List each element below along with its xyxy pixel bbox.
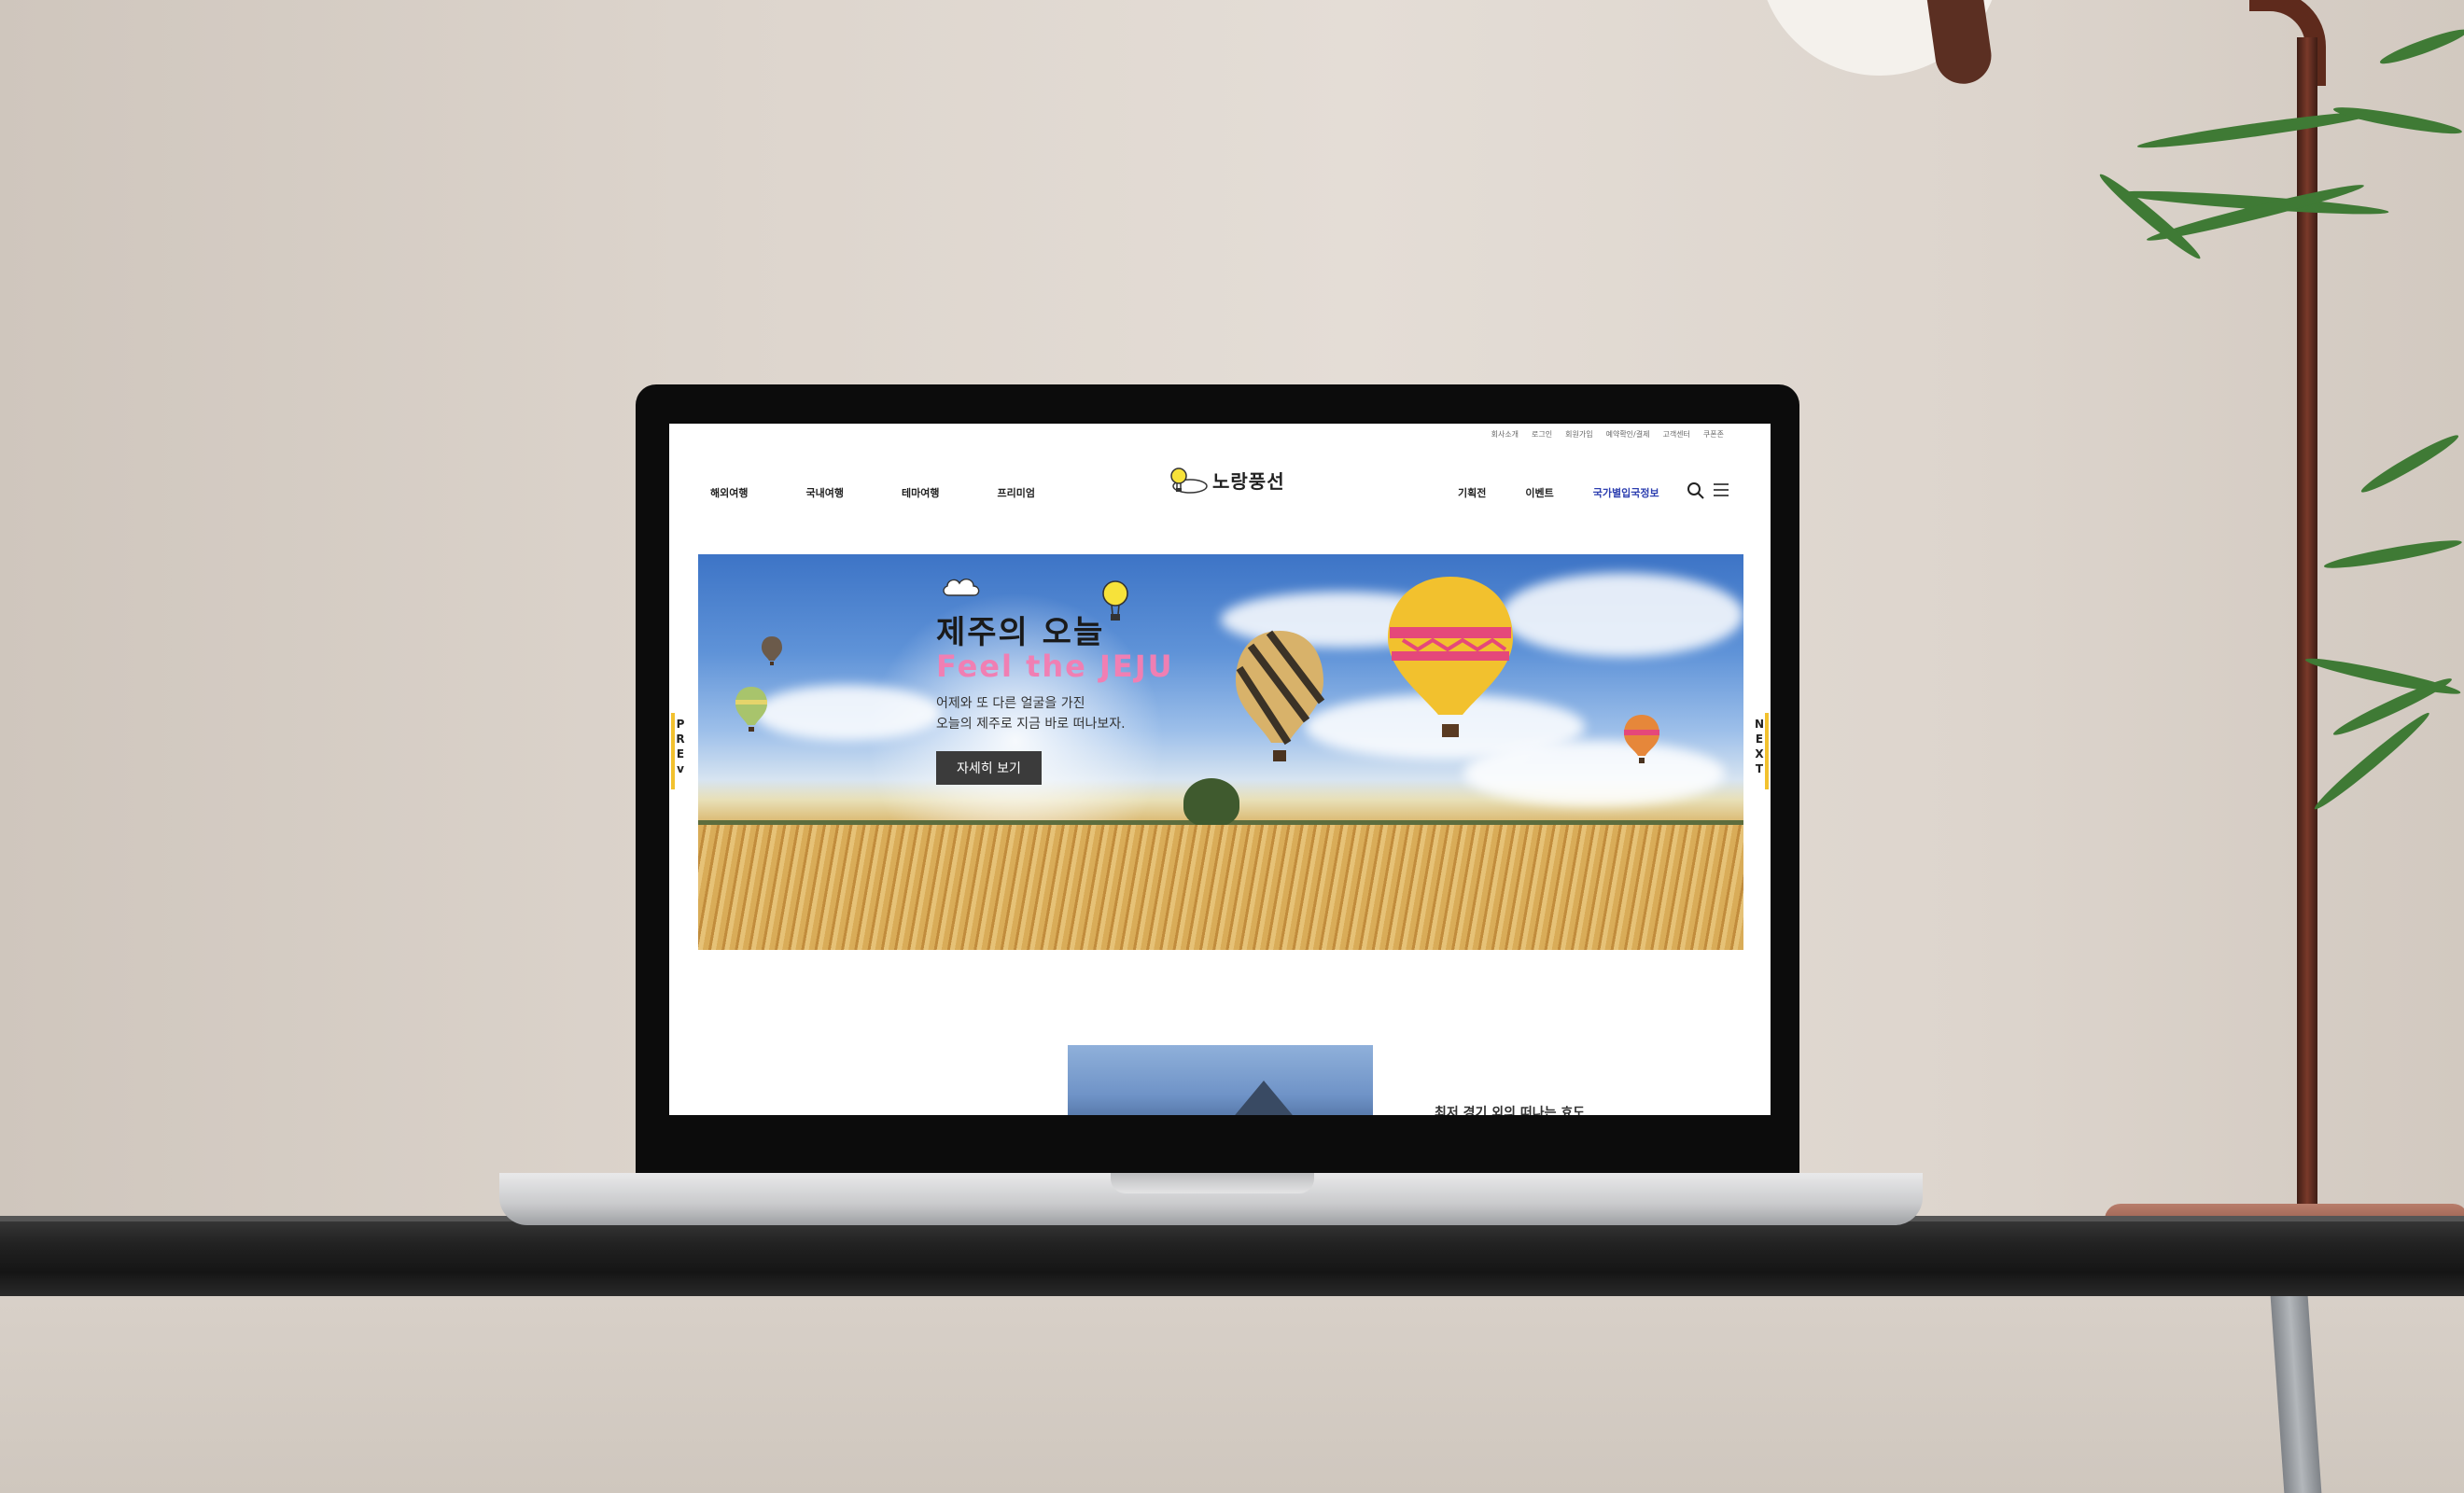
laptop-screen: 회사소개 로그인 회원가입 예약확인/결제 고객센터 쿠폰존 해외여행 국내여행…	[669, 424, 1771, 1115]
next-button[interactable]: N E X T	[1754, 713, 1769, 789]
hero-subtitle: Feel the JEJU	[936, 649, 1174, 684]
main-nav-right: 기획전 이벤트 국가별입국정보	[1458, 485, 1659, 500]
nav-item-exhibition[interactable]: 기획전	[1458, 485, 1486, 500]
site-logo[interactable]: 노랑풍선	[1166, 466, 1285, 494]
shelf	[0, 1216, 2464, 1296]
cloud-icon	[943, 579, 980, 596]
nav-item-event[interactable]: 이벤트	[1525, 485, 1553, 500]
utility-nav: 회사소개 로그인 회원가입 예약확인/결제 고객센터 쿠폰존	[1491, 429, 1724, 440]
menu-icon[interactable]	[1713, 481, 1729, 498]
hero-copy: 제주의 오늘 Feel the JEJU 어제와 또 다른 얼굴을 가진 오늘의…	[936, 579, 1174, 785]
hero-banner: 제주의 오늘 Feel the JEJU 어제와 또 다른 얼굴을 가진 오늘의…	[698, 554, 1743, 950]
promo-thumbnail[interactable]	[1068, 1045, 1373, 1115]
balloon-logo-icon	[1170, 467, 1208, 494]
cloud	[754, 685, 941, 741]
main-nav-left: 해외여행 국내여행 테마여행 프리미엄	[710, 485, 1035, 500]
nav-item-theme[interactable]: 테마여행	[902, 485, 939, 500]
laptop-notch	[1111, 1173, 1314, 1193]
hot-air-balloon	[1624, 715, 1659, 763]
utility-link-coupon[interactable]: 쿠폰존	[1703, 429, 1724, 440]
view-details-button[interactable]: 자세히 보기	[936, 751, 1042, 785]
nav-item-premium[interactable]: 프리미엄	[997, 485, 1034, 500]
cloud	[1501, 573, 1743, 657]
tree	[1183, 778, 1239, 827]
utility-link-login[interactable]: 로그인	[1532, 429, 1552, 440]
floor	[0, 1296, 2464, 1493]
prev-letter: P	[676, 718, 685, 731]
lamp-pole	[2297, 37, 2317, 1208]
nav-item-entry-info[interactable]: 국가별입국정보	[1593, 485, 1659, 500]
next-letter: N	[1754, 718, 1765, 731]
prev-letter: R	[676, 733, 685, 746]
next-letter: T	[1755, 762, 1764, 775]
search-icon[interactable]	[1687, 481, 1705, 500]
hot-air-balloon	[762, 636, 782, 665]
hot-air-balloon	[1388, 577, 1513, 737]
utility-link-about[interactable]: 회사소개	[1491, 429, 1519, 440]
prev-letter: E	[676, 747, 685, 760]
mountain-shape	[1217, 1081, 1310, 1115]
hero-desc-line: 어제와 또 다른 얼굴을 가진	[936, 696, 1085, 711]
promo-title[interactable]: 최저 경기 외의 떠나는 효도	[1435, 1103, 1585, 1115]
nav-item-domestic[interactable]: 국내여행	[805, 485, 843, 500]
hot-air-balloon	[1236, 630, 1325, 761]
utility-link-support[interactable]: 고객센터	[1662, 429, 1689, 440]
nav-item-overseas[interactable]: 해외여행	[710, 485, 748, 500]
utility-link-signup[interactable]: 회원가입	[1565, 429, 1592, 440]
next-letter: X	[1755, 747, 1764, 760]
logo-text: 노랑풍선	[1212, 469, 1285, 493]
hero-description: 어제와 또 다른 얼굴을 가진 오늘의 제주로 지금 바로 떠나보자.	[936, 693, 1174, 734]
cloud	[1463, 741, 1725, 806]
utility-link-reservation[interactable]: 예약확인/결제	[1606, 429, 1650, 440]
wheat-field	[698, 825, 1743, 950]
prev-button[interactable]: P R E v	[671, 713, 686, 789]
hero-desc-line: 오늘의 제주로 지금 바로 떠나보자.	[936, 717, 1126, 732]
prev-letter: v	[677, 762, 684, 775]
hot-air-balloon	[735, 687, 767, 732]
next-letter: E	[1755, 733, 1764, 746]
balloon-icon	[1102, 580, 1128, 621]
